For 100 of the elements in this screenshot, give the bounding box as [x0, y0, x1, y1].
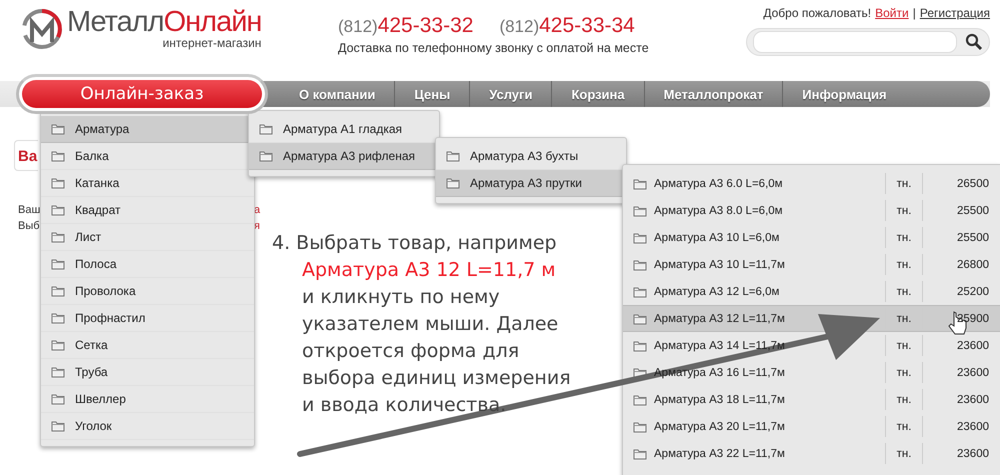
product-name: Арматура А3 12 L=11,7м: [654, 312, 785, 324]
folder-icon: [633, 312, 647, 324]
nav-item[interactable]: Информация: [783, 81, 906, 107]
product-name: Арматура А3 22 L=11,7м: [654, 448, 785, 460]
nav-item[interactable]: Корзина: [552, 81, 645, 107]
nav-item[interactable]: Цены: [395, 81, 470, 107]
phone-number: (812)425-33-32: [338, 14, 474, 38]
product-row[interactable]: Арматура А3 18 L=11,7м тн. 23600: [623, 386, 1000, 413]
logo-tagline: интернет-магазин: [162, 36, 262, 50]
folder-icon: [51, 393, 65, 405]
product-unit: тн.: [896, 340, 912, 352]
product-unit: тн.: [896, 366, 912, 378]
product-name: Арматура А3 12 L=6,0м: [654, 286, 780, 298]
folder-icon: [51, 312, 65, 324]
folder-icon: [51, 285, 65, 297]
product-price: 23600: [957, 394, 989, 406]
product-price: 25200: [957, 286, 989, 298]
folder-icon: [51, 366, 65, 378]
folder-icon: [633, 232, 647, 244]
product-price: 26800: [957, 258, 989, 270]
product-price: 25500: [957, 232, 989, 244]
instruction-text: Арматура А3 12 L=11,7 м: [302, 258, 557, 283]
folder-icon: [51, 231, 65, 243]
product-price: 23600: [957, 340, 989, 352]
menu-item[interactable]: Швеллер: [41, 386, 254, 413]
folder-icon: [633, 204, 647, 216]
instruction-text: указателем мыши. Далее: [302, 312, 560, 337]
product-price: 25900: [957, 312, 989, 324]
product-unit: тн.: [896, 448, 912, 460]
product-row[interactable]: Арматура А3 6.0 L=6,0м тн. 26500: [623, 170, 1000, 197]
folder-icon: [633, 286, 647, 298]
product-name: Арматура А3 8.0 L=6,0м: [654, 204, 783, 216]
menu-item[interactable]: Труба: [41, 359, 254, 386]
product-name: Арматура А3 20 L=11,7м: [654, 420, 785, 432]
folder-icon: [446, 177, 460, 189]
folder-icon: [51, 204, 65, 216]
page-text: Выб: [18, 219, 40, 234]
product-row[interactable]: Арматура А3 8.0 L=6,0м тн. 25500: [623, 197, 1000, 224]
page-heading: Ва: [14, 140, 38, 171]
product-price: 25500: [957, 204, 989, 216]
greeting: Добро пожаловать!: [763, 6, 872, 20]
product-price: 23600: [957, 420, 989, 432]
folder-icon: [51, 177, 65, 189]
folder-icon: [633, 420, 647, 432]
folder-icon: [259, 123, 273, 135]
folder-icon: [51, 258, 65, 270]
product-unit: тн.: [896, 178, 912, 190]
product-row[interactable]: Арматура А3 12 L=6,0м тн. 25200: [623, 278, 1000, 305]
folder-icon: [51, 150, 65, 162]
menu-item[interactable]: Лист: [41, 224, 254, 251]
folder-icon: [51, 339, 65, 351]
folder-icon: [633, 394, 647, 406]
product-unit: тн.: [896, 312, 912, 324]
menu-item[interactable]: Полоса: [41, 251, 254, 278]
product-row[interactable]: Арматура А3 22 L=11,7м тн. 23600: [623, 440, 1000, 467]
instruction-text: откроется форма для: [302, 339, 520, 364]
menu-item[interactable]: Уголок: [41, 413, 254, 440]
product-price: 23600: [957, 366, 989, 378]
folder-icon: [633, 448, 647, 460]
phone-number: (812)425-33-34: [499, 14, 635, 38]
menu-item[interactable]: Профнастил: [41, 305, 254, 332]
instruction-text: 4. Выбрать товар, например: [272, 231, 558, 256]
delivery-note: Доставка по телефонному звонку с оплатой на месте: [338, 41, 649, 55]
page-text: Ваш: [18, 203, 40, 218]
product-unit: тн.: [896, 204, 912, 216]
logo-wordmark: МеталлОнлайн: [67, 6, 262, 38]
product-name: Арматура А3 10 L=6,0м: [654, 232, 780, 244]
folder-icon: [633, 178, 647, 190]
nav-item[interactable]: Металлопрокат: [644, 81, 784, 107]
product-name: Арматура А3 18 L=11,7м: [654, 394, 785, 406]
folder-icon: [633, 258, 647, 270]
instruction-text: и ввода количества.: [302, 393, 508, 418]
logo-icon: [20, 6, 64, 52]
nav-item[interactable]: Услуги: [470, 81, 552, 107]
product-unit: тн.: [896, 420, 912, 432]
nav-item[interactable]: О компании: [280, 81, 396, 107]
login-link[interactable]: Войти: [875, 6, 909, 20]
search-field[interactable]: [746, 28, 990, 56]
menu-item[interactable]: Сетка: [41, 332, 254, 359]
product-row[interactable]: Арматура А3 12 L=11,7м тн. 25900: [623, 305, 1000, 332]
folder-icon: [446, 150, 460, 162]
product-row[interactable]: Арматура А3 20 L=11,7м тн. 23600: [623, 413, 1000, 440]
product-row[interactable]: Арматура А3 10 L=11,7м тн. 26800: [623, 251, 1000, 278]
folder-icon: [633, 340, 647, 352]
product-name: Арматура А3 10 L=11,7м: [654, 258, 785, 270]
folder-icon: [259, 150, 273, 162]
instruction-text: и кликнуть по нему: [302, 285, 501, 310]
product-name: Арматура А3 6.0 L=6,0м: [654, 178, 783, 190]
product-unit: тн.: [896, 394, 912, 406]
product-row[interactable]: Арматура А3 10 L=6,0м тн. 25500: [623, 224, 1000, 251]
online-order-button[interactable]: Онлайн-заказ: [22, 80, 262, 108]
instruction-text: выбора единиц измерения: [302, 366, 571, 391]
folder-icon: [51, 123, 65, 135]
link-separator: |: [912, 6, 916, 20]
menu-item[interactable]: Проволока: [41, 278, 254, 305]
product-price: 23600: [957, 448, 989, 460]
search-icon: [965, 33, 983, 51]
register-link[interactable]: Регистрация: [920, 6, 990, 20]
product-unit: тн.: [896, 232, 912, 244]
menu-item[interactable]: Квадрат: [41, 197, 254, 224]
